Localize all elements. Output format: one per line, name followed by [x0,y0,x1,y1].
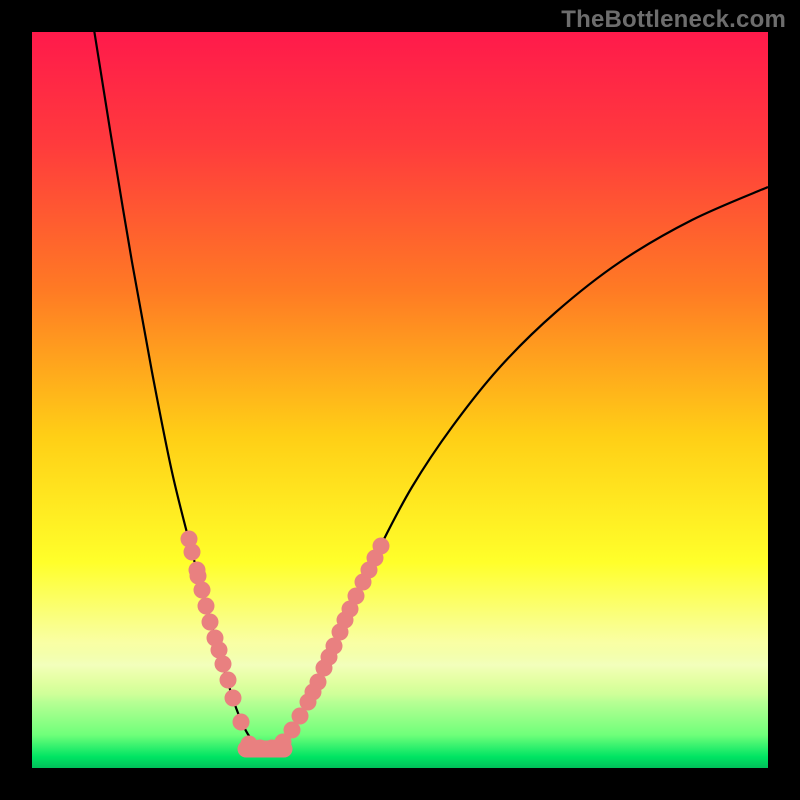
bead [194,582,211,599]
plot-area [32,32,768,768]
bead [373,538,390,555]
bottleneck-chart [32,32,768,768]
bead [220,672,237,689]
bead [233,714,250,731]
bead [184,544,201,561]
bead [215,656,232,673]
bead [225,690,242,707]
bead [198,598,215,615]
highlight-band [32,628,768,702]
watermark-text: TheBottleneck.com [561,6,786,34]
bead [202,614,219,631]
chart-frame: TheBottleneck.com [0,0,800,800]
